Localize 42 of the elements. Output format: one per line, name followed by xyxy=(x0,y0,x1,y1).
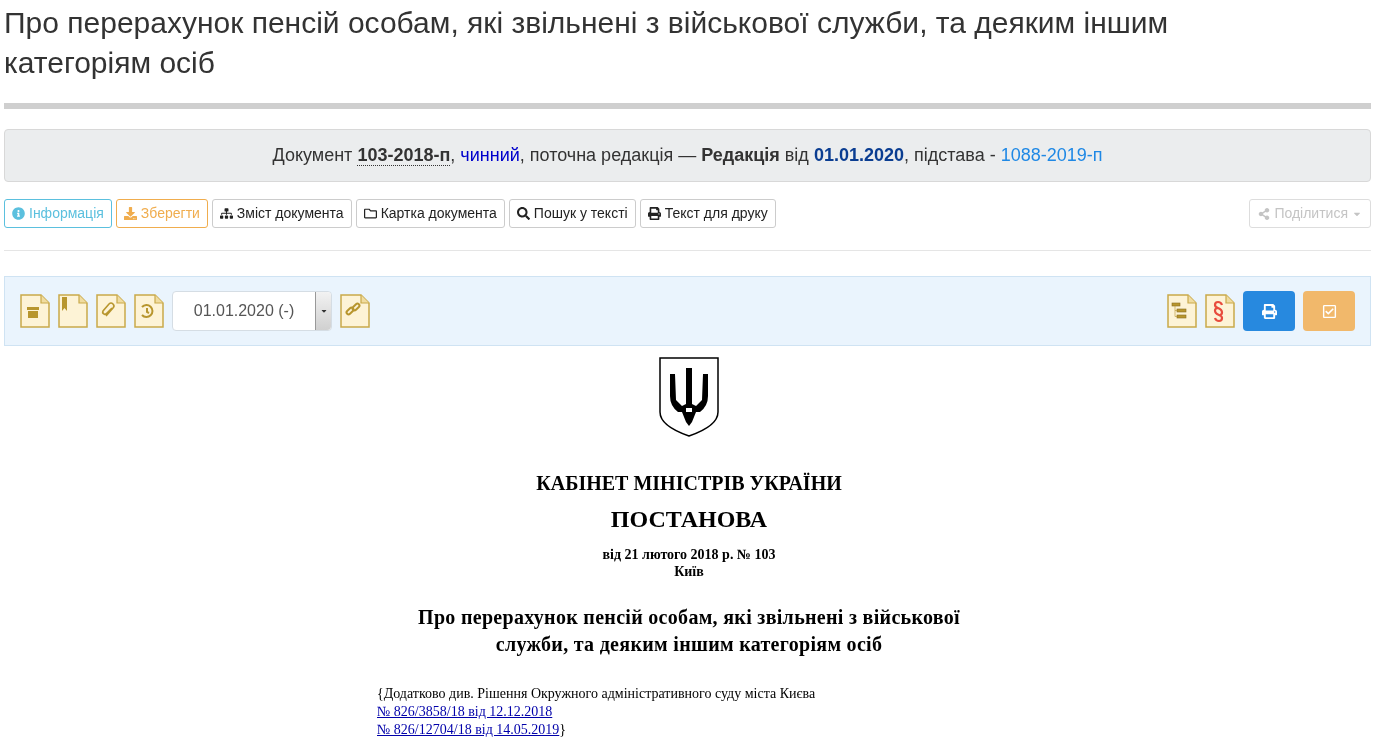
link-page-icon[interactable] xyxy=(340,294,370,328)
bookmark-page-icon[interactable] xyxy=(58,294,88,328)
status-text: , підстава - xyxy=(903,144,997,167)
status-text: Документ xyxy=(272,144,354,167)
download-icon xyxy=(123,207,137,220)
edition-date: 01.01.2020 xyxy=(813,144,904,167)
document-number: 103-2018-п, xyxy=(357,144,457,168)
caret-icon xyxy=(319,307,328,315)
search-icon xyxy=(516,207,530,220)
print-icon xyxy=(1261,303,1277,319)
paragraph-page-icon[interactable] xyxy=(1205,294,1235,328)
share-icon xyxy=(1258,207,1271,220)
action-button[interactable]: Пошук у тексті xyxy=(508,199,636,228)
note-text: {Додатково див. Рішення Окружного адміністративного суду міста Києва xyxy=(377,685,816,703)
action-button[interactable]: Картка документа xyxy=(355,199,505,228)
document-type: ПОСТАНОВА xyxy=(610,505,768,533)
history-page-icon[interactable] xyxy=(134,294,164,328)
check-button[interactable] xyxy=(1303,291,1355,331)
checkbox-icon xyxy=(1321,303,1337,319)
print-button[interactable] xyxy=(1243,291,1295,331)
document-date: від 21 лютого 2018 р. № 103 xyxy=(602,547,776,563)
edition-select[interactable]: 01.01.2020 (-) xyxy=(172,291,332,331)
closing-brace: } xyxy=(559,721,566,739)
status-text: , поточна редакція — xyxy=(519,144,698,167)
info-icon xyxy=(12,207,25,220)
tree-page-icon[interactable] xyxy=(1167,294,1197,328)
status-link[interactable]: чинний xyxy=(460,142,520,169)
print-icon xyxy=(647,207,661,220)
issuer-heading: КАБІНЕТ МІНІСТРІВ УКРАЇНИ xyxy=(536,471,842,495)
document-city: Київ xyxy=(674,563,704,580)
sitemap-icon xyxy=(219,207,233,220)
edition-label: Редакція xyxy=(701,144,780,167)
paperclip-page-icon[interactable] xyxy=(96,294,126,328)
action-button[interactable]: Текст для друку xyxy=(639,199,776,228)
decision-link[interactable]: № 826/12704/18 від 14.05.2019 xyxy=(377,721,560,739)
status-text: від xyxy=(783,144,810,167)
decision-link[interactable]: № 826/3858/18 від 12.12.2018 xyxy=(377,703,553,721)
page-title: Про перерахунок пенсій особам, які звільнені з військової служби, та деяким іншим категоріям осіб xyxy=(4,5,1170,81)
document-title: Про перерахунок пенсій особам, які звільнені з військової служби, та деяким іншим категоріям осіб xyxy=(418,605,960,658)
archive-page-icon[interactable] xyxy=(20,294,50,328)
action-button[interactable]: Зміст документа xyxy=(211,199,352,228)
folder-icon xyxy=(363,207,377,220)
